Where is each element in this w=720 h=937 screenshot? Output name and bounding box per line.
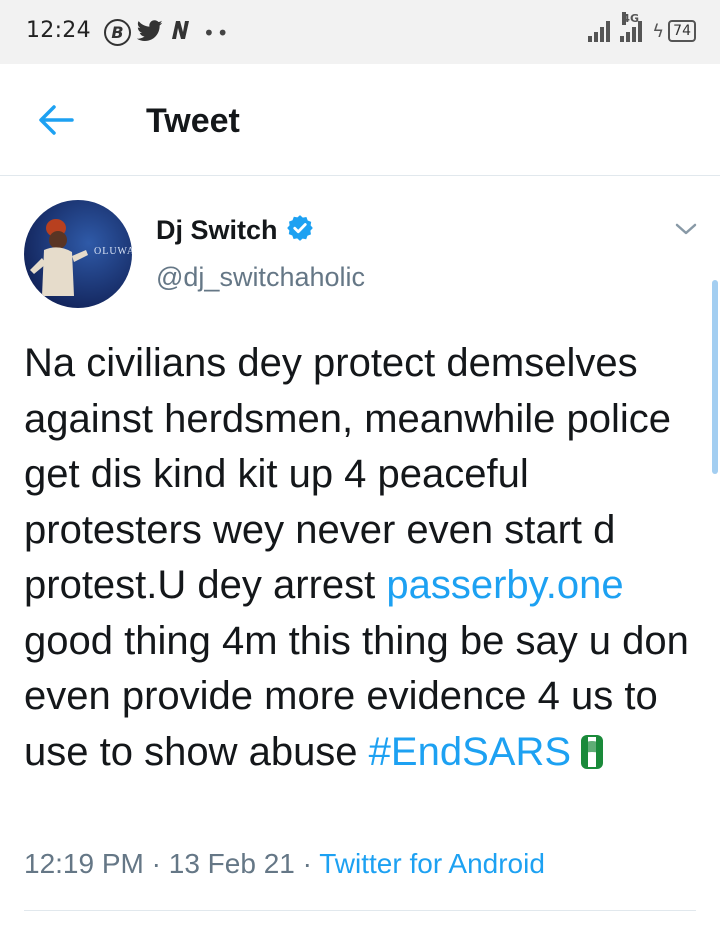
battery-icon: ϟ 74: [652, 20, 696, 42]
hashtag-link[interactable]: #EndSARS: [369, 730, 571, 774]
status-bar: 12:24 B •• 4G ϟ 74: [0, 0, 720, 64]
tweet-date: 13 Feb 21: [168, 848, 295, 879]
author-name[interactable]: Dj Switch: [156, 215, 278, 246]
system-status: 4G ϟ 74: [588, 12, 696, 42]
back-arrow-icon[interactable]: [36, 102, 76, 138]
avatar-text: OLUWA: [94, 246, 132, 257]
avatar[interactable]: OLUWA: [24, 200, 132, 308]
author-name-row[interactable]: Dj Switch: [156, 214, 314, 246]
notification-icons: B ••: [104, 19, 231, 46]
raised-fist-nigeria-flag-icon: [577, 731, 607, 787]
b-circle-icon: B: [104, 19, 131, 46]
scrollbar[interactable]: [712, 280, 718, 474]
status-time: 12:24: [26, 18, 91, 43]
tweet-meta: 12:19 PM · 13 Feb 21 · Twitter for Andro…: [24, 848, 545, 880]
verified-badge-icon: [286, 214, 314, 246]
twitter-icon: [136, 19, 163, 46]
tweet-text: Na civilians dey protect demselves again…: [24, 336, 700, 786]
meta-separator: ·: [143, 848, 169, 879]
author-handle[interactable]: @dj_switchaholic: [156, 262, 365, 293]
tweet-time: 12:19 PM: [24, 848, 144, 879]
charging-icon: ϟ: [652, 20, 665, 42]
divider: [24, 910, 696, 911]
battery-level: 74: [668, 20, 696, 42]
more-dots-icon: ••: [203, 20, 231, 45]
tweet-link[interactable]: passerby.one: [386, 563, 623, 607]
tweet-source-link[interactable]: Twitter for Android: [319, 848, 545, 879]
app-header: Tweet: [0, 64, 720, 176]
meta-separator: ·: [294, 848, 320, 879]
n-icon: [169, 19, 193, 46]
page-title: Tweet: [146, 102, 240, 140]
mobile-data-icon: 4G: [620, 12, 643, 42]
signal-icon: [588, 20, 611, 42]
chevron-down-icon[interactable]: [674, 220, 698, 238]
